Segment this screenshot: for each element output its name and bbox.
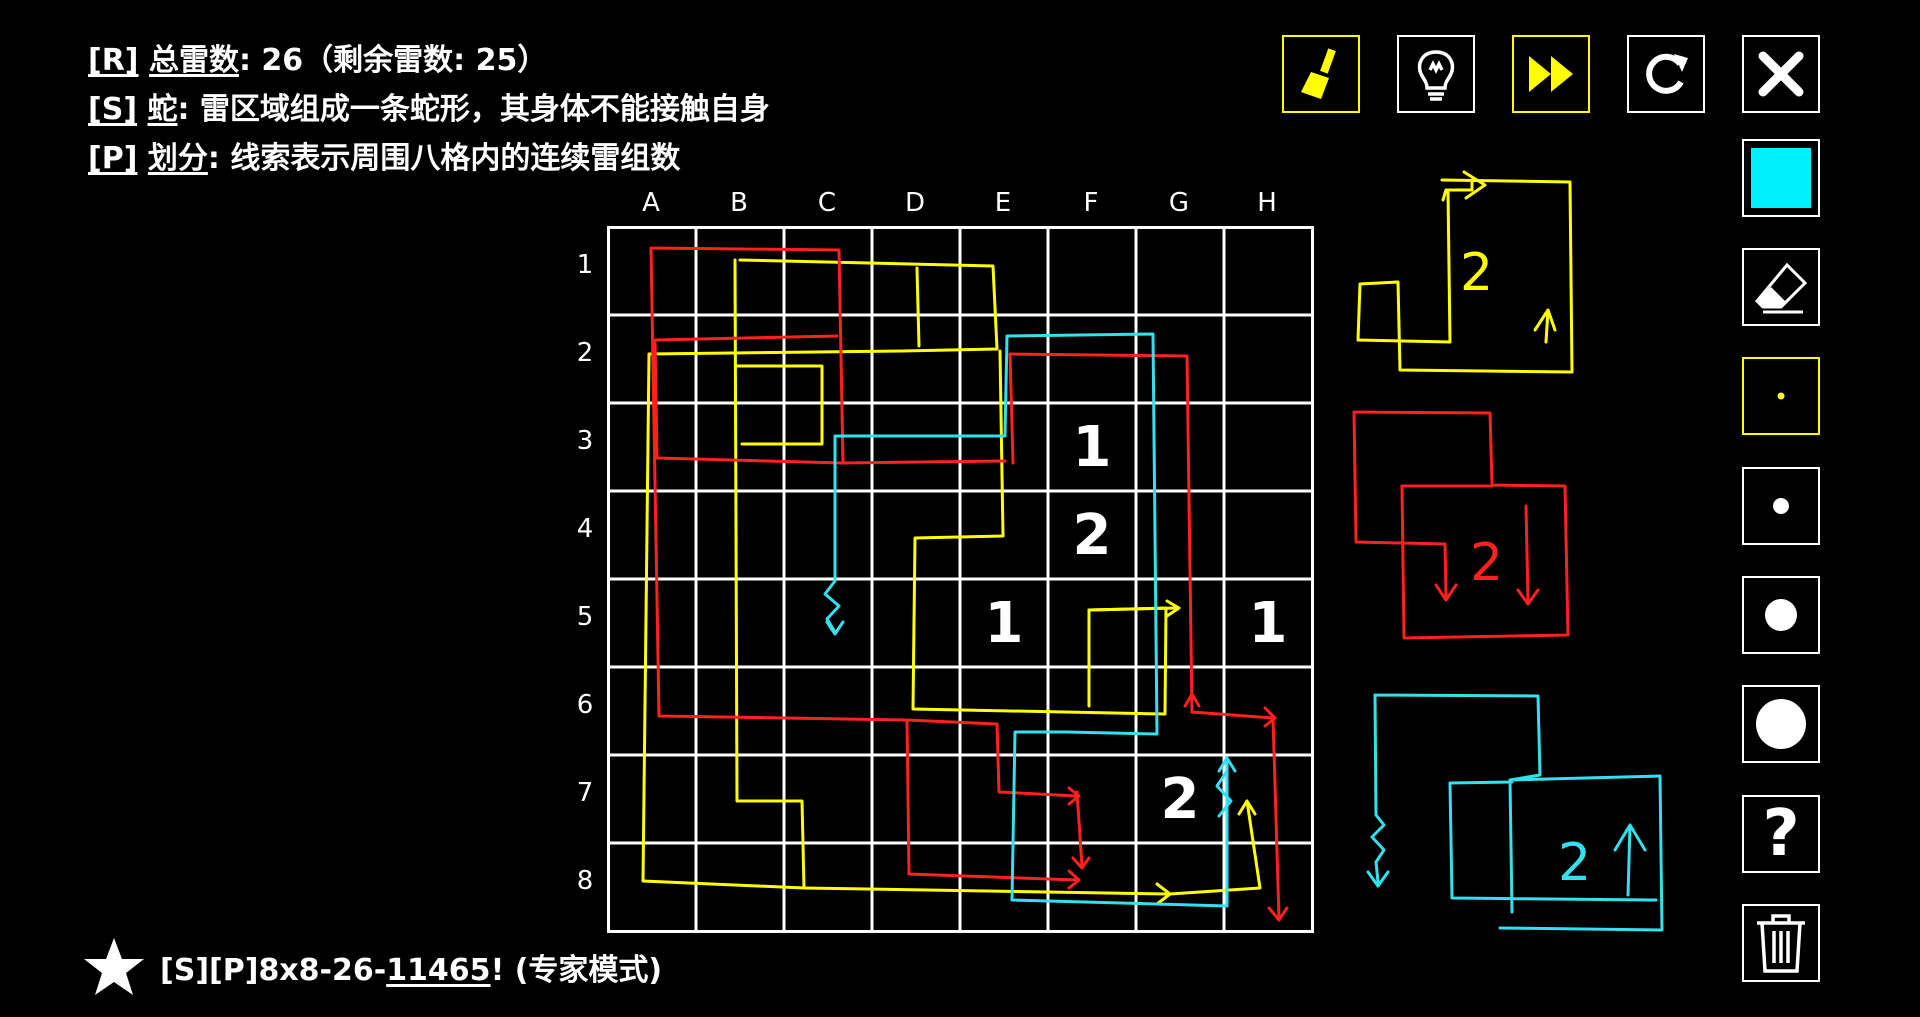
cyan-sketch-label: 2 [1558, 833, 1591, 893]
rules-panel: [R] 总雷数: 26（剩余雷数: 25） [S] 蛇: 雷区域组成一条蛇形，其… [88, 36, 770, 183]
clue-cell[interactable]: 2 [1136, 755, 1224, 843]
rule-text: : 雷区域组成一条蛇形，其身体不能接触自身 [177, 92, 770, 127]
brush-button[interactable] [1282, 35, 1360, 113]
large-dot-button[interactable] [1742, 685, 1820, 763]
yellow-annotation [735, 364, 824, 446]
rule-key: [R] [88, 43, 139, 78]
game-board[interactable]: 1 2 1 1 2 [607, 226, 1314, 933]
col-label: E [994, 188, 1012, 218]
puzzle-id-link[interactable]: 11465 [386, 953, 490, 988]
row-label: 6 [576, 690, 594, 720]
restart-icon [1646, 53, 1688, 94]
yellow-sketch-label: 2 [1460, 243, 1493, 303]
red-annotation [841, 352, 1015, 465]
rule-name: 划分 [147, 141, 208, 176]
col-label: H [1257, 188, 1277, 218]
row-label: 2 [576, 338, 594, 368]
small-dot-icon [1773, 498, 1789, 514]
trash-icon [1757, 914, 1805, 973]
clue-cell[interactable]: 1 [1048, 403, 1136, 491]
row-label: 3 [576, 426, 594, 456]
rule-text: : 线索表示周围八格内的连续雷组数 [207, 141, 681, 176]
cyan-fill-button[interactable] [1742, 139, 1820, 217]
rule-text: : 26（剩余雷数: 25） [238, 43, 548, 78]
small-dot-button[interactable] [1742, 467, 1820, 545]
rule-name: 总雷数 [148, 43, 239, 78]
col-label: F [1083, 188, 1099, 218]
rule-snake: [S] 蛇: 雷区域组成一条蛇形，其身体不能接触自身 [88, 85, 770, 134]
row-label: 5 [576, 602, 594, 632]
medium-dot-button[interactable] [1742, 576, 1820, 654]
tiny-dot-button[interactable] [1742, 357, 1820, 435]
close-icon [1758, 51, 1804, 97]
hint-button[interactable] [1397, 35, 1475, 113]
restart-button[interactable] [1627, 35, 1705, 113]
medium-dot-icon [1765, 599, 1797, 631]
rule-total-mines: [R] 总雷数: 26（剩余雷数: 25） [88, 36, 770, 85]
col-label: G [1168, 188, 1190, 218]
cyan-fill-icon [1751, 148, 1811, 208]
clue-cell[interactable]: 1 [960, 579, 1048, 667]
row-label: 7 [576, 778, 594, 808]
puzzle-code-prefix: [S][P]8x8-26- [160, 953, 387, 988]
fast-forward-icon [1529, 56, 1573, 92]
puzzle-code: [S][P]8x8-26-11465! (专家模式) [160, 945, 662, 989]
col-label: B [730, 188, 748, 218]
cyan-sketch [1366, 693, 1664, 932]
trash-button[interactable] [1742, 904, 1820, 982]
lightbulb-icon [1417, 50, 1455, 101]
red-sketch-label: 2 [1470, 533, 1503, 593]
brush-icon [1301, 48, 1336, 99]
question-mark-button[interactable]: ? [1742, 795, 1820, 873]
tiny-dot-icon [1777, 392, 1785, 400]
col-label: A [642, 188, 660, 218]
star-icon[interactable] [82, 935, 146, 999]
eraser-button[interactable] [1742, 248, 1820, 326]
col-label: C [817, 188, 837, 218]
col-label: D [904, 188, 926, 218]
rule-partition: [P] 划分: 线索表示周围八格内的连续雷组数 [88, 134, 770, 183]
row-label: 1 [576, 250, 594, 280]
red-annotation [905, 718, 1091, 870]
side-sketches: 2 2 2 [1352, 170, 1664, 932]
close-button[interactable] [1742, 35, 1820, 113]
clue-cell[interactable]: 1 [1224, 579, 1312, 667]
fast-forward-button[interactable] [1512, 35, 1590, 113]
large-dot-icon [1756, 699, 1806, 749]
eraser-icon [1754, 262, 1808, 314]
row-label: 8 [576, 866, 594, 896]
red-sketch [1352, 410, 1570, 640]
rule-name: 蛇 [147, 92, 178, 127]
rule-key: [P] [88, 141, 138, 176]
rule-key: [S] [88, 92, 138, 127]
row-label: 4 [576, 514, 594, 544]
footer: [S][P]8x8-26-11465! (专家模式) [82, 935, 662, 999]
clue-cell[interactable]: 2 [1048, 491, 1136, 579]
puzzle-mode: ! (专家模式) [490, 953, 663, 988]
question-mark-icon: ? [1762, 797, 1800, 871]
